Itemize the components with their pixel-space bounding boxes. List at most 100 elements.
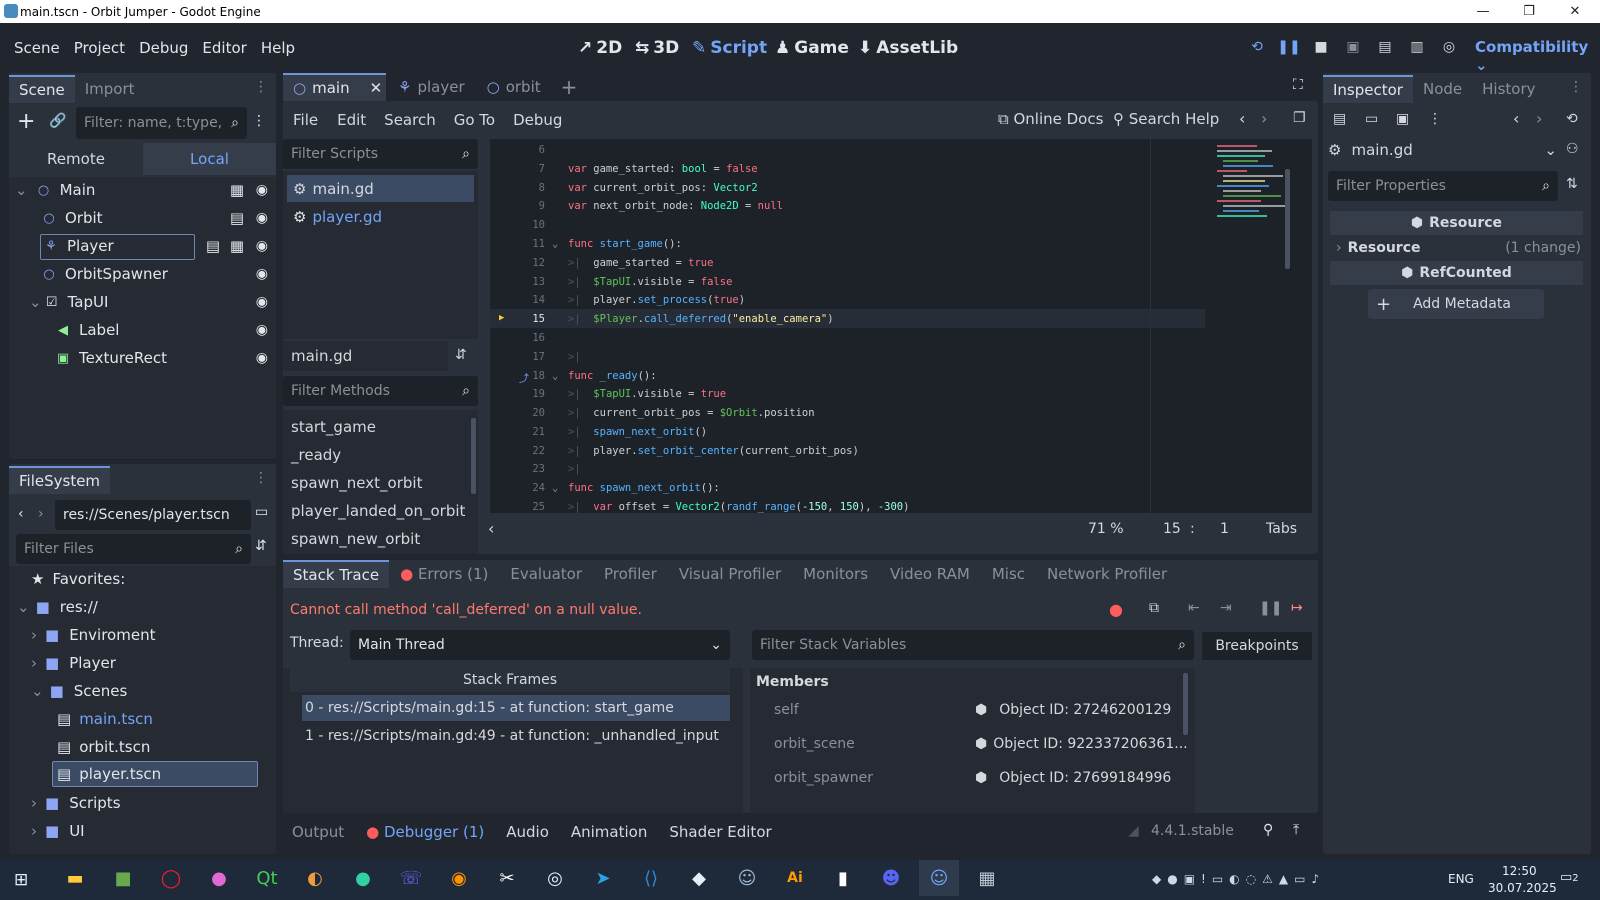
godot-active-icon[interactable]: ☺ (919, 860, 959, 896)
file-filter-input[interactable]: Filter Files ⌕ (16, 534, 251, 564)
pause-icon[interactable]: ❚❚ (1277, 36, 1300, 58)
visibility-icon[interactable]: ◉ (256, 266, 268, 282)
tab-import[interactable]: Import (75, 75, 145, 103)
tab-output[interactable]: Output (283, 823, 355, 841)
browser-icon[interactable]: ● (199, 860, 239, 896)
tree-node-tapui[interactable]: ⌄ ☑ TapUI ◉ (9, 289, 276, 315)
restart-icon[interactable]: ⟲ (1246, 36, 1268, 58)
prev-script-icon[interactable]: ‹ (1239, 109, 1245, 128)
add-metadata-button[interactable]: + Add Metadata (1368, 289, 1544, 319)
tab-history[interactable]: History (1472, 75, 1545, 103)
resource-group[interactable]: › Resource (1 change) (1330, 236, 1583, 260)
pin-icon[interactable]: ⚲ (1263, 822, 1273, 838)
more-icon[interactable]: ⋮ (1428, 111, 1442, 127)
menu-project[interactable]: Project (67, 39, 132, 57)
remote-tab[interactable]: Remote (9, 143, 143, 175)
tab-video-ram[interactable]: Video RAM (879, 565, 981, 583)
movie-maker-icon[interactable]: ◎ (1438, 36, 1460, 58)
qt-icon[interactable]: Qt (247, 860, 287, 896)
script-item-main[interactable]: ⚙ main.gd (287, 175, 474, 202)
tab-visual-profiler[interactable]: Visual Profiler (668, 565, 792, 583)
tab-inspector[interactable]: Inspector (1323, 75, 1413, 103)
expand-panel-icon[interactable]: ⤒ (1293, 822, 1299, 838)
tab-monitors[interactable]: Monitors (792, 565, 879, 583)
maximize-button[interactable]: ❐ (1506, 0, 1552, 23)
history-back-icon[interactable]: ‹ (1513, 109, 1519, 128)
capcut-icon[interactable]: ✂ (487, 860, 527, 896)
thread-select[interactable]: Main Thread ⌄ (350, 630, 730, 660)
member-value[interactable]: ⬢ Object ID: 27246200129 (975, 702, 1171, 718)
back-icon[interactable]: ‹ (18, 506, 24, 522)
clock-time[interactable]: 12:50 (1502, 864, 1537, 878)
forward-icon[interactable]: › (38, 506, 44, 522)
filter-scripts-input[interactable]: Filter Scripts ⌕ (283, 139, 478, 169)
tab-misc[interactable]: Misc (981, 565, 1036, 583)
mode-3d-button[interactable]: ⇆ 3D (635, 23, 679, 73)
discord-icon[interactable]: ☻ (871, 860, 911, 896)
file-explorer-icon[interactable]: ▬ (55, 860, 95, 896)
illustrator-icon[interactable]: Ai (775, 860, 815, 896)
file-main-tscn[interactable]: ▤ main.tscn (9, 706, 276, 732)
member-value[interactable]: ⬢ Object ID: 922337206361... (975, 736, 1188, 752)
run-custom-scene-icon[interactable]: ▥ (1406, 36, 1428, 58)
script-icon[interactable]: ▦ (230, 181, 244, 199)
mode-2d-button[interactable]: ↗ 2D (578, 23, 622, 73)
script-menu-search[interactable]: Search (375, 111, 445, 129)
zoom-level[interactable]: 71 % (1088, 521, 1124, 537)
break-icon[interactable]: ❚❚ (1259, 600, 1282, 616)
search-help-button[interactable]: ⚲ Search Help (1113, 110, 1219, 128)
tab-errors[interactable]: ● Errors (1) (389, 565, 499, 583)
script-menu-goto[interactable]: Go To (445, 111, 504, 129)
viber-icon[interactable]: ☏ (391, 860, 431, 896)
history-forward-icon[interactable]: › (1536, 109, 1542, 128)
stack-frame-row[interactable]: 1 - res://Scripts/main.gd:49 - at functi… (302, 723, 730, 749)
tab-stack-trace[interactable]: Stack Trace (283, 560, 390, 588)
folder-scripts[interactable]: › ■ Scripts (9, 790, 276, 816)
folder-enviroment[interactable]: › ■ Enviroment (9, 622, 276, 648)
godot-app-icon[interactable]: ☺ (727, 860, 767, 896)
tree-node-label[interactable]: ◀ Label ◉ (9, 317, 276, 343)
script-menu-file[interactable]: File (283, 111, 328, 129)
menu-debug[interactable]: Debug (132, 39, 195, 57)
float-window-icon[interactable]: ❐ (1293, 110, 1306, 126)
folder-player[interactable]: › ■ Player (9, 650, 276, 676)
terminal-icon[interactable]: ▦ (967, 860, 1007, 896)
tab-profiler[interactable]: Profiler (593, 565, 668, 583)
indent-mode[interactable]: Tabs (1266, 521, 1297, 537)
renderer-select[interactable]: Compatibility ⌄ (1475, 38, 1600, 74)
mode-script-button[interactable]: ✎ Script (692, 23, 767, 73)
scene-tab-main[interactable]: ○ main ✕ (283, 73, 386, 101)
fold-icon[interactable]: ⌄ (552, 370, 558, 382)
distraction-free-icon[interactable]: ⛶ (1293, 77, 1303, 93)
menu-scene[interactable]: Scene (7, 39, 67, 57)
tab-shader-editor[interactable]: Shader Editor (658, 823, 782, 841)
script-menu-edit[interactable]: Edit (328, 111, 375, 129)
fold-icon[interactable]: ⌄ (552, 482, 558, 494)
filter-stack-variables-input[interactable]: Filter Stack Variables ⌕ (752, 630, 1194, 660)
new-resource-icon[interactable]: ▤ (1333, 111, 1346, 127)
tab-filesystem[interactable]: FileSystem (9, 466, 111, 494)
split-mode-icon[interactable]: ▭ (255, 504, 268, 520)
dock-menu-icon[interactable]: ⋮ (1569, 79, 1583, 95)
online-docs-button[interactable]: ⧉ Online Docs (998, 110, 1103, 128)
tree-node-texturerect[interactable]: ▣ TextureRect ◉ (9, 345, 276, 371)
tab-scene[interactable]: Scene (9, 75, 75, 103)
folder-ui[interactable]: › ■ UI (9, 818, 276, 844)
scene-instance-icon[interactable]: ▤ (230, 209, 244, 227)
folder-scenes[interactable]: ⌄ ■ Scenes (9, 678, 276, 704)
script-icon[interactable]: ▦ (230, 237, 244, 255)
language-indicator[interactable]: ENG (1448, 872, 1474, 886)
version-label[interactable]: 4.4.1.stable (1151, 823, 1234, 839)
resource-path[interactable]: ⚙ main.gd ⌄ (1328, 136, 1561, 164)
remote-deploy-icon[interactable]: ▣ (1342, 36, 1364, 58)
visibility-icon[interactable]: ◉ (256, 294, 268, 310)
file-player-tscn[interactable]: ▤ player.tscn (52, 761, 258, 787)
property-options-icon[interactable]: ⇅ (1566, 176, 1578, 192)
breakpoints-tab[interactable]: Breakpoints (1202, 632, 1312, 660)
next-script-icon[interactable]: › (1261, 109, 1267, 128)
dock-menu-icon[interactable]: ⋮ (254, 79, 268, 95)
open-folder-icon[interactable]: ▭ (1365, 111, 1378, 127)
tree-node-orbit[interactable]: ○ Orbit ▤ ◉ (9, 205, 276, 231)
unity-icon[interactable]: ◆ (679, 860, 719, 896)
method-item[interactable]: player_landed_on_orbit (291, 502, 465, 520)
